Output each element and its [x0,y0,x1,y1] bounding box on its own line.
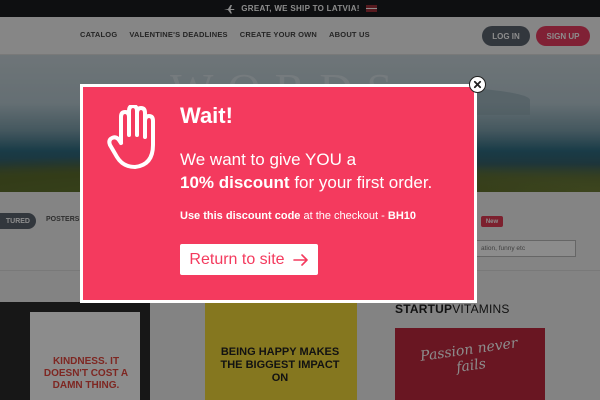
popup-line1: We want to give YOU a [180,150,357,169]
discount-popup: Wait! We want to give YOU a 10% discount… [80,84,477,303]
discount-amount: 10% discount [180,173,290,192]
discount-code: BH10 [387,210,416,222]
hand-stop-icon [107,105,155,169]
popup-code-line: Use this discount code at the checkout -… [180,210,416,222]
arrow-right-icon [292,253,308,266]
popup-line2: 10% discount for your first order. [180,173,433,192]
return-to-site-button[interactable]: Return to site [180,244,318,275]
close-icon[interactable] [469,76,486,93]
popup-title: Wait! [180,103,233,128]
